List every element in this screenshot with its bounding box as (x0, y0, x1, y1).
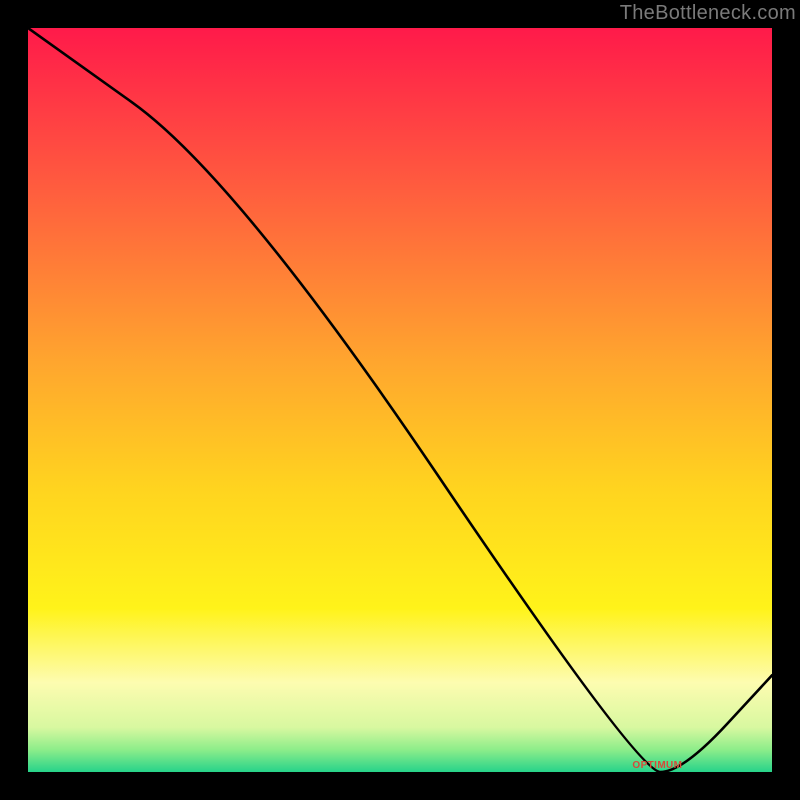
chart-area (28, 28, 772, 772)
optimum-annotation: OPTIMUM (632, 760, 682, 771)
chart-svg (28, 28, 772, 772)
watermark-text: TheBottleneck.com (620, 2, 796, 25)
chart-background (28, 28, 772, 772)
